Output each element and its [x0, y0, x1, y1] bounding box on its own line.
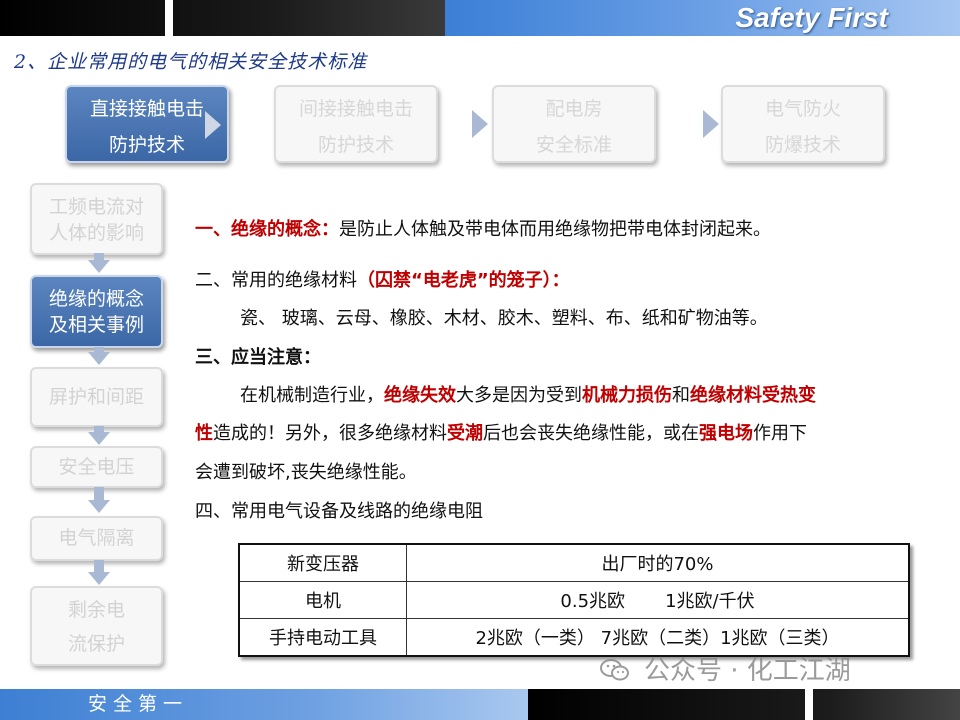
side-label-line2: 流保护 — [67, 633, 125, 655]
tab-label-line1: 配电房 — [545, 98, 603, 120]
side-label: 屏护和间距 — [48, 386, 144, 408]
header-divider — [165, 0, 173, 36]
tab-label-line1: 间接接触电击 — [298, 98, 413, 120]
table-row: 电机 0.5兆欧 1兆欧/千伏 — [238, 581, 910, 619]
tab-label-line2: 防护技术 — [108, 134, 185, 156]
p3-e: 和 — [672, 385, 690, 406]
footer-bar-dark — [528, 689, 960, 720]
p2-red: （囚禁“电老虎”的笼子）： — [357, 270, 570, 291]
p3-a: 在机械制造行业， — [240, 385, 384, 406]
p3-g: 性 — [195, 423, 213, 444]
p2-text: 二、常用的绝缘材料 — [195, 270, 357, 291]
paragraph-3-line3: 会遭到破坏,丧失绝缘性能。 — [195, 462, 417, 483]
side-label-line2: 及相关事例 — [48, 314, 144, 336]
table-cell: 电机 — [238, 581, 407, 619]
tab-label-line1: 电气防火 — [764, 98, 841, 120]
materials-list: 瓷、 玻璃、云母、橡胶、木材、胶木、塑料、布、纸和矿物油等。 — [240, 308, 768, 329]
arrow-right-icon — [205, 111, 221, 139]
side-item-residual-current[interactable]: 剩余电 流保护 — [30, 586, 163, 666]
arrow-down-icon — [88, 500, 110, 513]
section-title: 2、企业常用的电气的相关安全技术标准 — [14, 51, 368, 73]
arrow-right-icon — [472, 110, 488, 138]
paragraph-4: 四、常用电气设备及线路的绝缘电阻 — [195, 501, 483, 522]
table-row: 新变压器 出厂时的70% — [238, 543, 910, 582]
p3-f: 绝缘材料受热变 — [690, 385, 816, 406]
arrow-right-icon — [703, 110, 719, 138]
header-bar-dark — [0, 0, 445, 36]
tab-label-line2: 防护技术 — [317, 134, 394, 156]
tab-label-line1: 直接接触电击 — [89, 98, 204, 120]
footer-divider — [805, 689, 813, 720]
p3-d: 机械力损伤 — [582, 385, 672, 406]
p1-text: 是防止人体触及带电体而用绝缘物把带电体封闭起来。 — [339, 219, 771, 240]
table-cell: 0.5兆欧 1兆欧/千伏 — [406, 581, 910, 619]
table-cell: 出厂时的70% — [406, 543, 910, 582]
paragraph-3-line2: 性造成的！另外，很多绝缘材料受潮后也会丧失绝缘性能，或在强电场作用下 — [195, 419, 807, 445]
side-label-line1: 绝缘的概念 — [48, 288, 144, 310]
watermark-text: 公众号 · 化工江湖 — [644, 656, 851, 686]
tab-distribution-room[interactable]: 配电房 安全标准 — [492, 85, 656, 163]
p3-j: 后也会丧失绝缘性能，或在 — [483, 423, 699, 444]
side-label: 电气隔离 — [58, 527, 135, 549]
side-item-safe-voltage[interactable]: 安全电压 — [30, 446, 163, 488]
arrow-down-icon — [88, 260, 110, 273]
arrow-down-icon — [88, 572, 110, 585]
side-label-line2: 人体的影响 — [48, 222, 144, 244]
side-label: 安全电压 — [58, 456, 135, 478]
tab-label-line2: 防爆技术 — [764, 134, 841, 156]
table-cell: 新变压器 — [238, 543, 407, 582]
paragraph-1: 一、绝缘的概念：是防止人体触及带电体而用绝缘物把带电体封闭起来。 — [195, 215, 771, 241]
p3-i: 受潮 — [447, 423, 483, 444]
paragraph-3-line1: 在机械制造行业，绝缘失效大多是因为受到机械力损伤和绝缘材料受热变 — [240, 381, 816, 407]
side-label-line1: 工频电流对 — [48, 196, 144, 218]
side-item-insulation[interactable]: 绝缘的概念 及相关事例 — [30, 275, 163, 348]
side-item-shield-spacing[interactable]: 屏护和间距 — [30, 367, 163, 427]
p3-k: 强电场 — [699, 423, 753, 444]
tab-fire-explosion[interactable]: 电气防火 防爆技术 — [721, 85, 885, 163]
paragraph-2: 二、常用的绝缘材料（囚禁“电老虎”的笼子）： — [195, 266, 570, 292]
watermark: 公众号 · 化工江湖 — [600, 650, 851, 687]
arrow-down-icon — [88, 352, 110, 365]
p3-l: 作用下 — [753, 423, 807, 444]
arrow-down-icon — [88, 432, 110, 445]
p3-c: 大多是因为受到 — [456, 385, 582, 406]
p3-b: 绝缘失效 — [384, 385, 456, 406]
side-item-isolation[interactable]: 电气隔离 — [30, 516, 163, 561]
tab-indirect-contact[interactable]: 间接接触电击 防护技术 — [274, 85, 438, 163]
insulation-resistance-table: 新变压器 出厂时的70% 电机 0.5兆欧 1兆欧/千伏 手持电动工具 2兆欧（… — [238, 543, 910, 657]
side-item-current-effect[interactable]: 工频电流对 人体的影响 — [30, 183, 163, 255]
p1-label: 一、绝缘的概念： — [195, 219, 339, 240]
footer-bar-blue — [0, 689, 528, 720]
side-label-line1: 剩余电 — [67, 599, 125, 621]
p3-h: 造成的！另外，很多绝缘材料 — [213, 423, 447, 444]
wechat-icon — [600, 659, 629, 681]
paragraph-3-label: 三、应当注意： — [195, 347, 321, 368]
footer-text: 安全第一 — [88, 693, 189, 715]
header-title: Safety First — [735, 2, 889, 33]
table-cell: 手持电动工具 — [238, 618, 407, 657]
tab-label-line2: 安全标准 — [535, 134, 612, 156]
